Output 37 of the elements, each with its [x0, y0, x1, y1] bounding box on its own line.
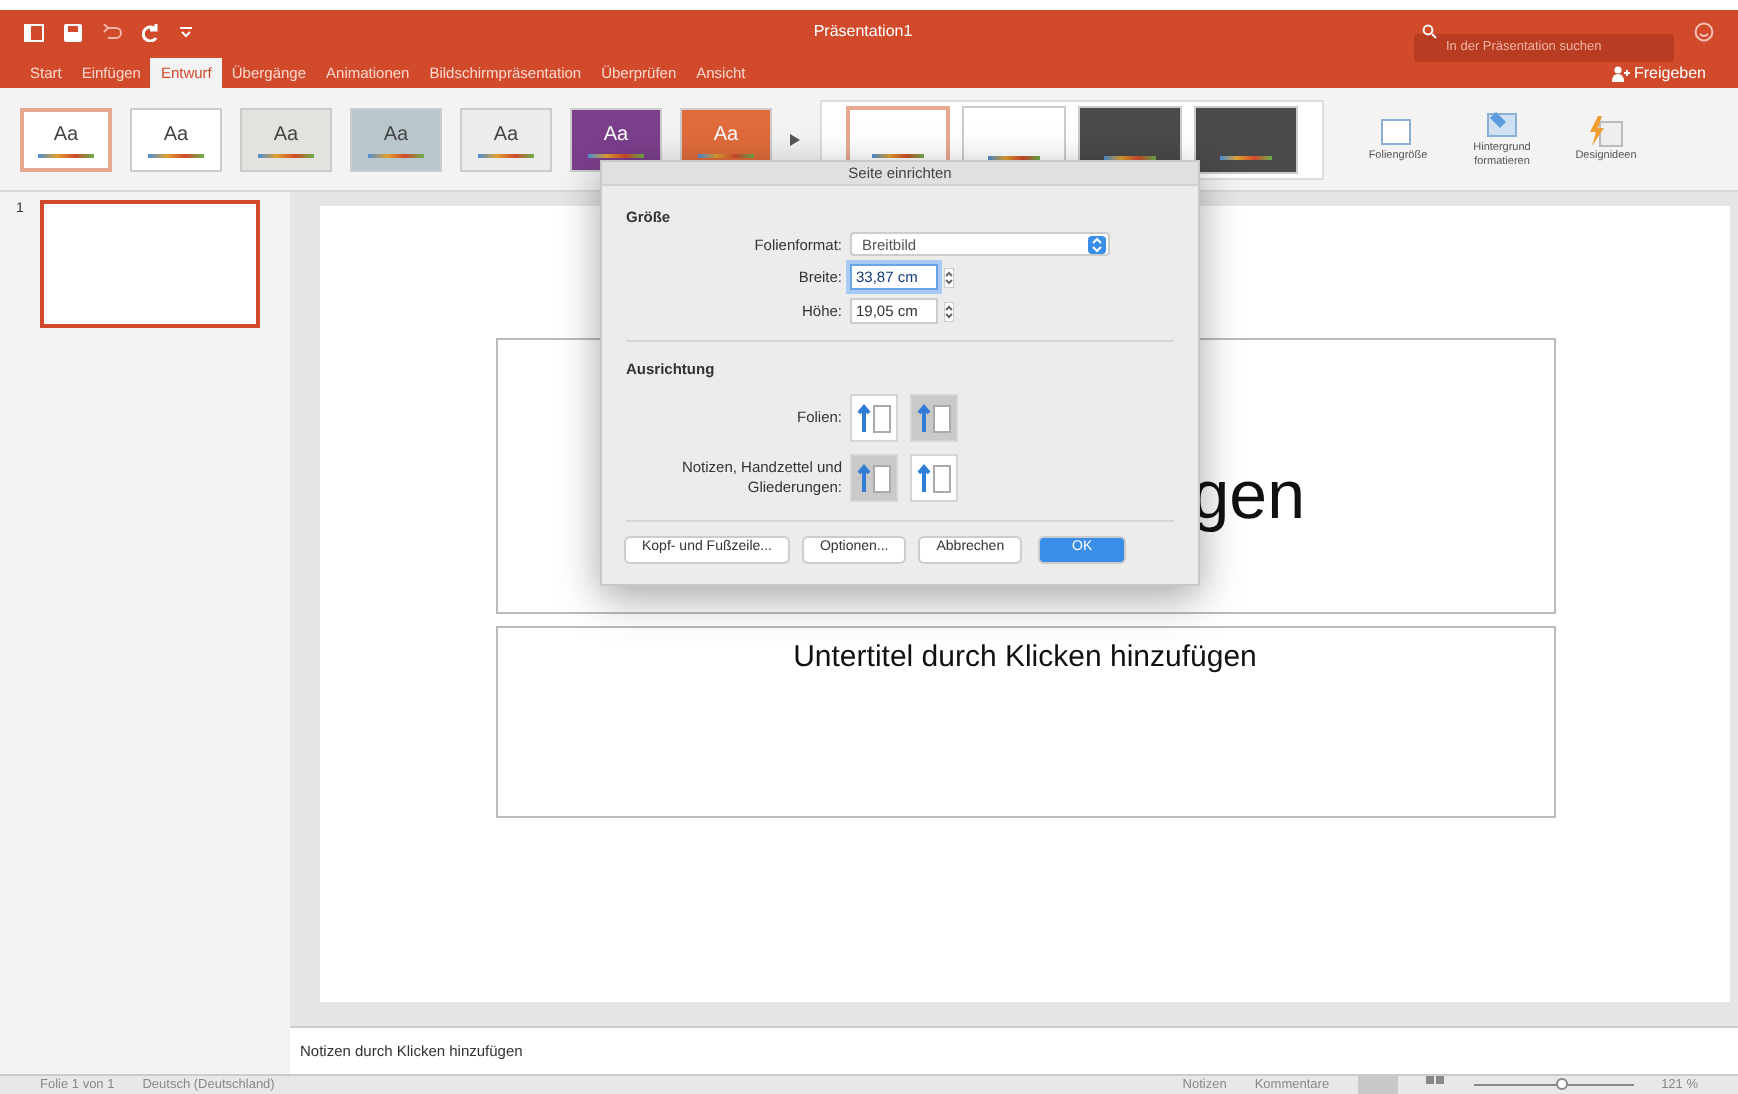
orientation-option[interactable] — [850, 393, 898, 441]
sorter-view-icon — [1425, 1076, 1446, 1088]
slide-size-icon — [1380, 115, 1416, 148]
subtitle-placeholder[interactable]: Untertitel durch Klicken hinzufügen — [495, 626, 1555, 818]
portrait-page-icon — [916, 461, 952, 493]
save-icon[interactable] — [64, 23, 82, 41]
zoom-slider[interactable] — [1473, 1076, 1634, 1092]
search-icon — [1422, 24, 1440, 40]
add-person-icon — [1611, 65, 1630, 81]
subtitle-text: Untertitel durch Klicken hinzufügen — [793, 638, 1257, 678]
smiley-icon — [1694, 22, 1714, 42]
zoom-slider-thumb[interactable] — [1555, 1078, 1568, 1090]
stepper-icon — [944, 267, 954, 288]
page-icon — [856, 461, 892, 493]
stepper-icon — [944, 301, 954, 322]
lightning-icon — [1588, 115, 1624, 148]
theme-thumbnail[interactable]: Aa — [460, 107, 552, 171]
dropdown-stepper-icon — [1088, 235, 1106, 254]
sidebar-icon — [24, 23, 44, 41]
orientation-option[interactable] — [910, 453, 958, 501]
share-button[interactable]: Freigeben — [1611, 58, 1706, 88]
theme-thumbnail[interactable]: Aa — [130, 107, 222, 171]
portrait-page-icon — [916, 401, 952, 433]
variant-thumbnail[interactable] — [1194, 105, 1298, 173]
theme-thumbnail[interactable]: Aa — [20, 107, 112, 171]
window-title: Präsentation1 — [813, 20, 913, 44]
orientation-option[interactable] — [850, 453, 898, 501]
background-icon — [1484, 108, 1520, 141]
customize-icon — [180, 26, 192, 38]
theme-thumbnail[interactable]: Aa — [240, 107, 332, 171]
theme-thumbnail[interactable]: Aa — [350, 107, 442, 171]
orientation-option[interactable] — [910, 393, 958, 441]
redo-icon[interactable] — [142, 23, 160, 41]
page-icon — [856, 401, 892, 433]
slide-thumbnail[interactable] — [39, 200, 260, 328]
more-arrow-icon — [790, 133, 800, 145]
undo-icon[interactable] — [102, 23, 122, 41]
